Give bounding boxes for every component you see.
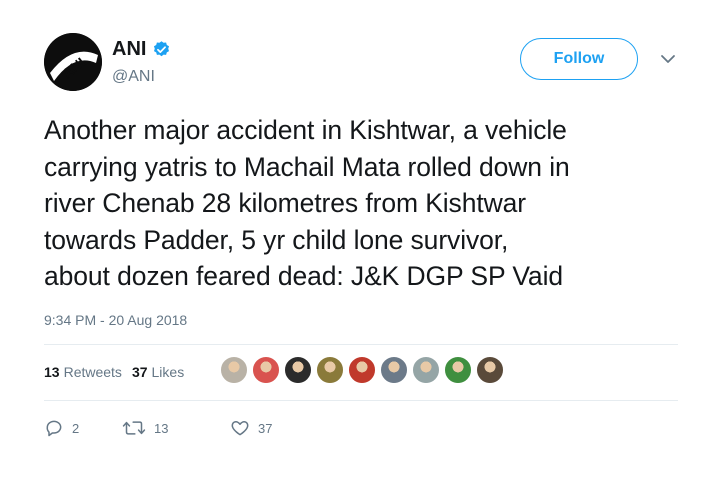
- liker-avatars: [220, 356, 504, 384]
- likes-label: Likes: [151, 364, 185, 380]
- tweet-line: river Chenab 28 kilometres from Kishtwar: [44, 188, 527, 218]
- tweet-line: carrying yatris to Machail Mata rolled d…: [44, 151, 570, 182]
- account-avatar[interactable]: ANI: [44, 33, 102, 91]
- liker-avatar[interactable]: [412, 356, 440, 384]
- tweet-stats: 13 Retweets 37 Likes: [44, 364, 184, 380]
- tweet-card: ANI ANI @ANI Follow Another major accide…: [0, 0, 720, 480]
- reply-button[interactable]: 2: [44, 418, 122, 438]
- like-count: 37: [258, 420, 273, 436]
- liker-avatar[interactable]: [284, 356, 312, 384]
- tweet-line: Another major accident in Kishtwar, a ve…: [44, 115, 567, 145]
- verified-badge-icon: [154, 41, 170, 57]
- name-row: ANI: [112, 38, 171, 61]
- account-handle[interactable]: @ANI: [112, 68, 155, 86]
- retweet-count: 13: [154, 420, 169, 436]
- liker-avatar[interactable]: [380, 356, 408, 384]
- follow-button[interactable]: Follow: [520, 38, 638, 80]
- reply-count: 2: [72, 420, 80, 436]
- like-button[interactable]: 37: [230, 418, 272, 438]
- tweet-text: Another major accident in Kishtwar, a ve…: [44, 112, 704, 295]
- retweets-count: 13: [44, 364, 60, 380]
- likes-count: 37: [131, 364, 148, 380]
- retweet-button[interactable]: 13: [122, 418, 230, 438]
- liker-avatar[interactable]: [220, 356, 248, 384]
- liker-avatar[interactable]: [316, 356, 344, 384]
- liker-avatar[interactable]: [348, 356, 376, 384]
- divider: [44, 400, 678, 401]
- likes-stat[interactable]: 37 Likes: [132, 364, 184, 380]
- tweet-line: towards Padder, 5 yr child lone survivor…: [44, 224, 509, 255]
- heart-icon: [231, 421, 249, 436]
- tweet-line: about dozen feared dead: J&K DGP SP Vaid: [44, 261, 564, 291]
- ani-logo: ANI: [44, 33, 102, 91]
- account-name[interactable]: ANI: [112, 38, 146, 61]
- liker-avatar[interactable]: [444, 356, 472, 384]
- tweet-timestamp[interactable]: 9:34 PM - 20 Aug 2018: [44, 312, 187, 328]
- retweets-label: Retweets: [63, 364, 122, 380]
- divider: [44, 344, 678, 345]
- chevron-down-icon[interactable]: [660, 52, 676, 66]
- liker-avatar[interactable]: [476, 356, 504, 384]
- reply-icon: [46, 420, 62, 437]
- retweet-icon: [122, 421, 146, 435]
- retweets-stat[interactable]: 13 Retweets: [44, 364, 122, 380]
- liker-avatar[interactable]: [252, 356, 280, 384]
- tweet-actions: 2 13 37: [44, 418, 272, 438]
